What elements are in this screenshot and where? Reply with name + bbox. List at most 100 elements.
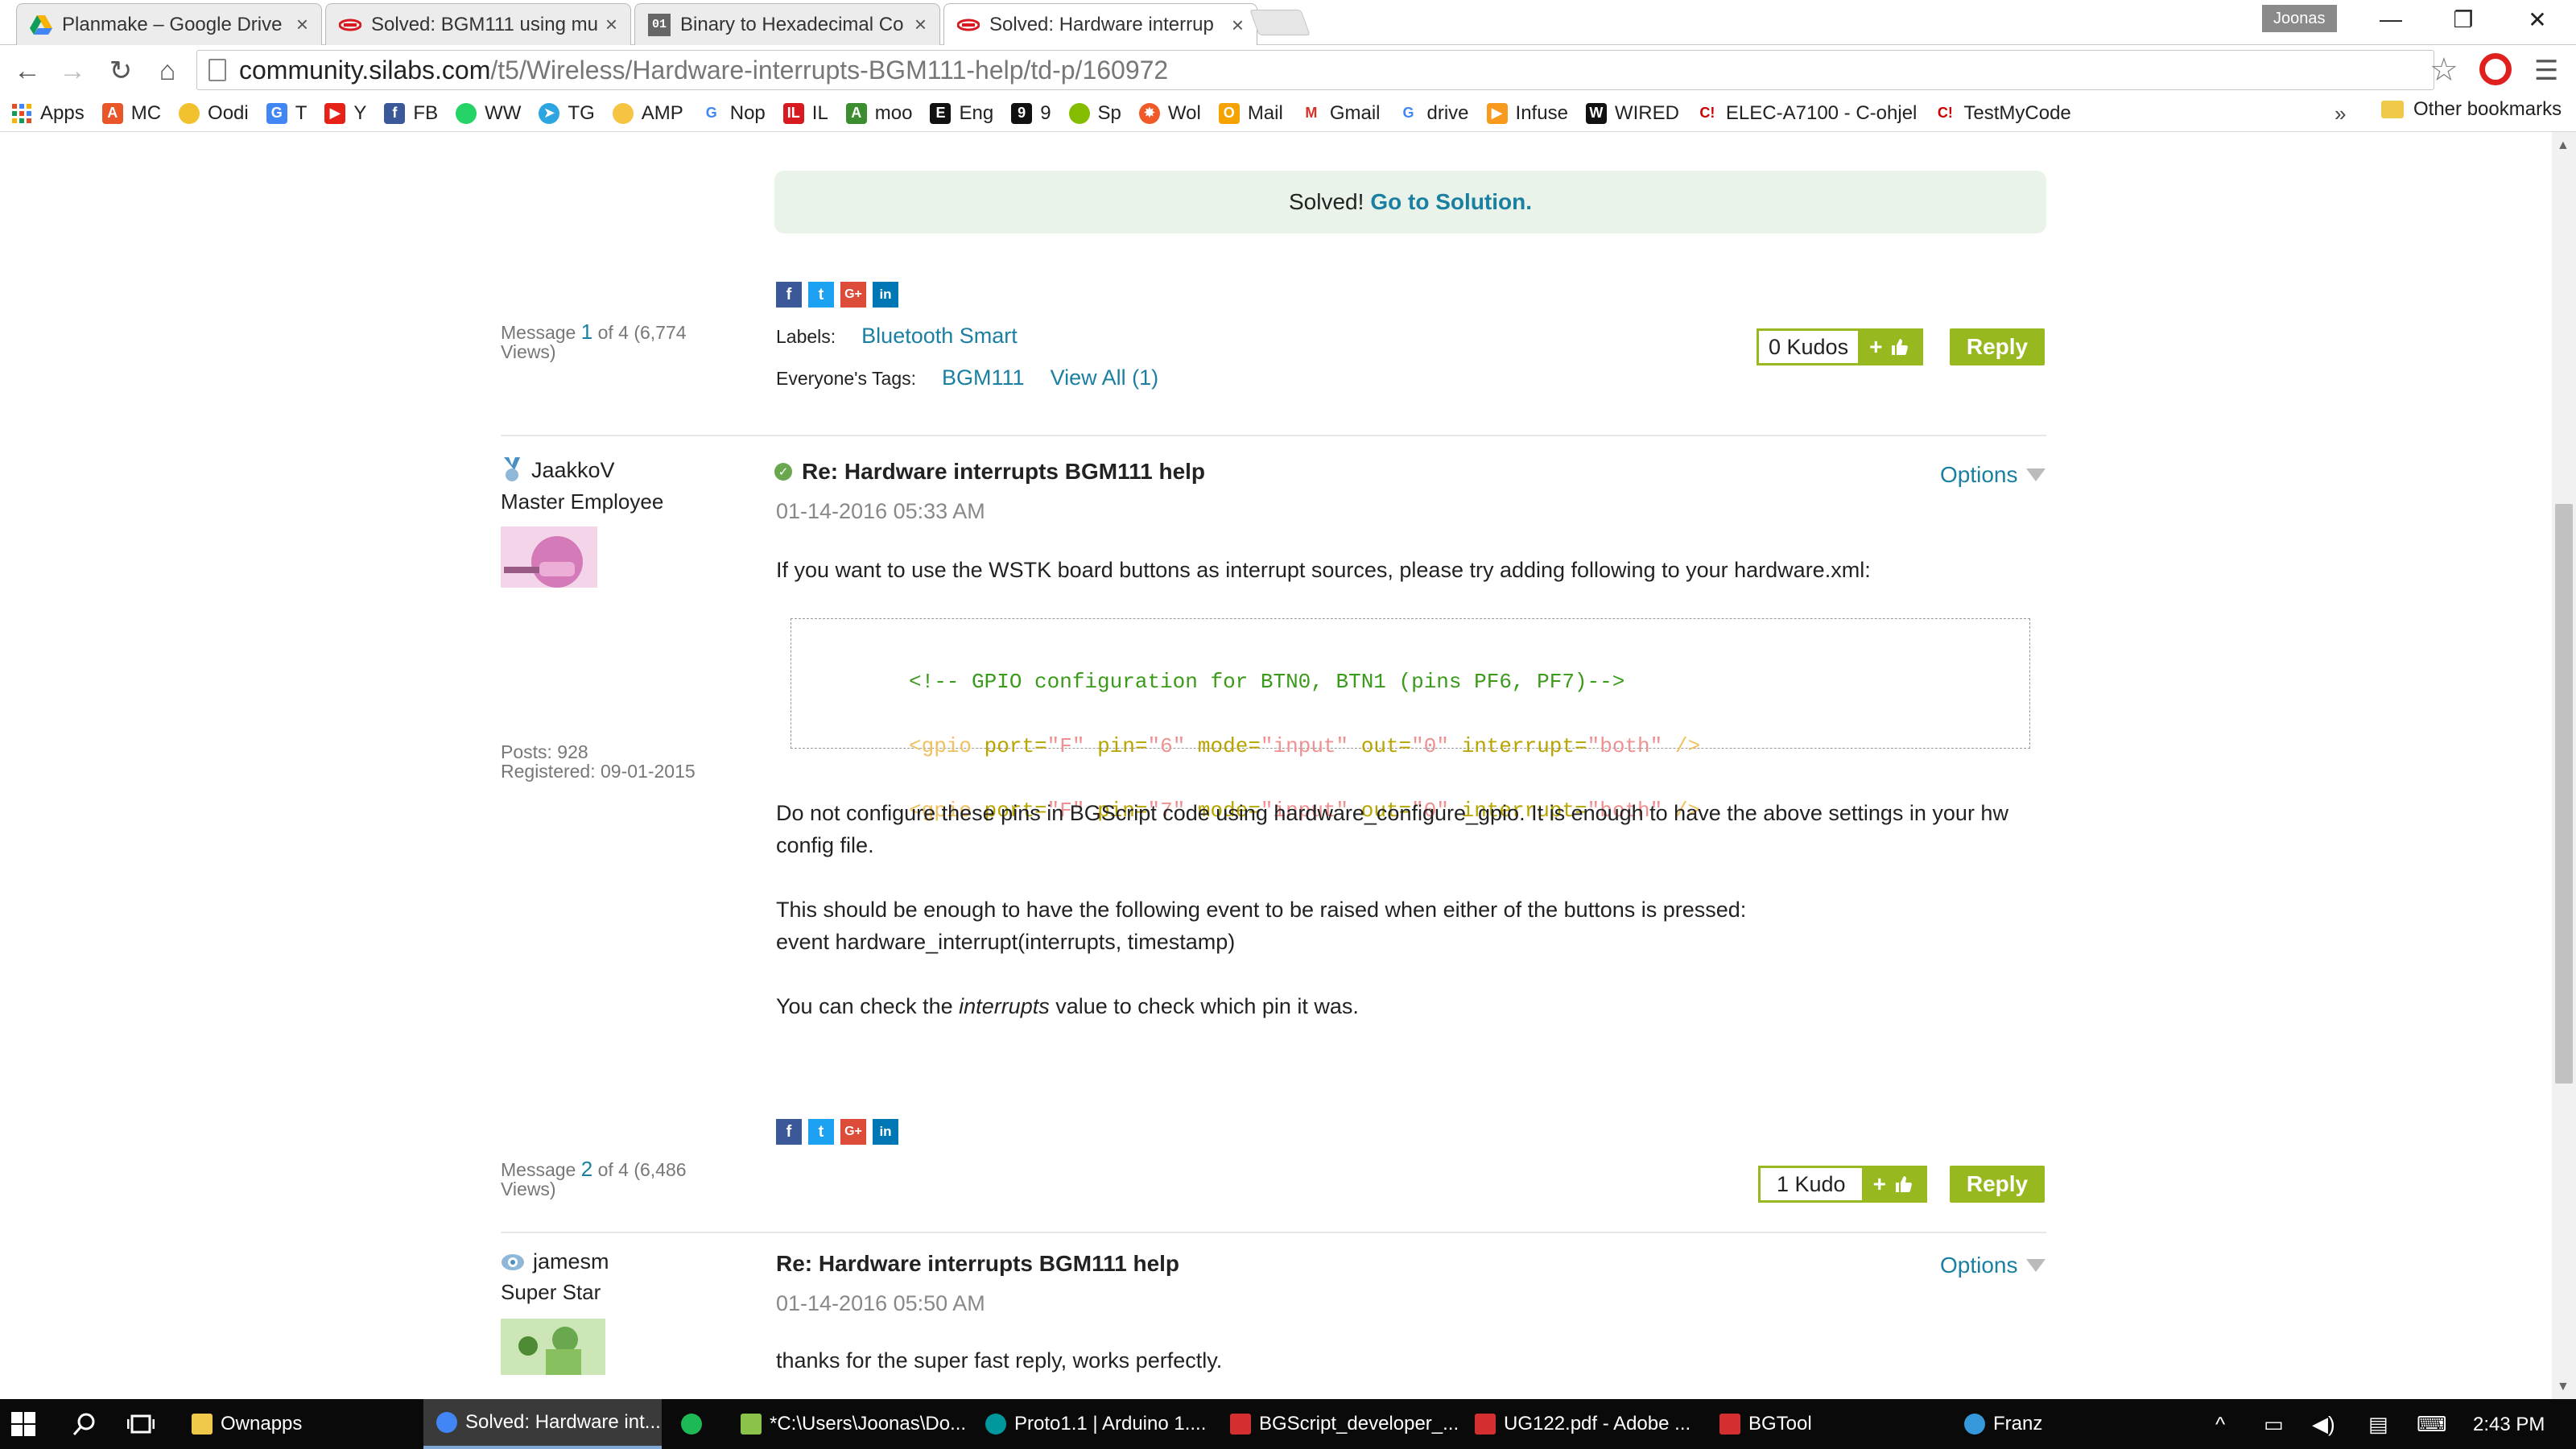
close-icon[interactable]: × — [1232, 13, 1244, 38]
close-icon[interactable]: × — [914, 12, 927, 37]
facebook-share-icon[interactable]: f — [776, 1119, 802, 1145]
task-view-icon[interactable] — [127, 1399, 163, 1449]
bookmark-elec[interactable]: C! ELEC-A7100 - C-ohjel — [1696, 102, 1917, 125]
view-all-tags-link[interactable]: View All (1) — [1051, 365, 1159, 390]
post-title[interactable]: Re: Hardware interrupts BGM111 help — [776, 1251, 1179, 1277]
taskbar-item-arduino[interactable]: Proto1.1 | Arduino 1.... — [972, 1399, 1214, 1449]
tab-binary-hex[interactable]: 01 Binary to Hexadecimal Co × — [634, 3, 940, 45]
window-close-icon[interactable]: ✕ — [2513, 5, 2562, 34]
go-to-solution-link[interactable]: Go to Solution. — [1370, 189, 1532, 215]
menu-icon[interactable]: ☰ — [2534, 55, 2558, 87]
bookmark-il[interactable]: IL IL — [782, 102, 828, 125]
search-icon[interactable] — [72, 1399, 108, 1449]
bookmark-star-icon[interactable]: ☆ — [2429, 52, 2458, 89]
close-icon[interactable]: × — [296, 12, 308, 37]
address-bar[interactable]: community.silabs.com/t5/Wireless/Hardwar… — [196, 50, 2434, 90]
tab-planmake[interactable]: Planmake – Google Drive × — [16, 3, 322, 45]
bookmark-apps[interactable]: Apps — [11, 102, 85, 125]
taskbar-item-ownapps[interactable]: Ownapps — [179, 1399, 412, 1449]
twitter-share-icon[interactable]: t — [808, 1119, 834, 1145]
avatar[interactable] — [501, 526, 597, 588]
bookmark-mail[interactable]: O Mail — [1218, 102, 1283, 125]
bookmark-oodi[interactable]: Oodi — [179, 102, 249, 125]
twitter-share-icon[interactable]: t — [808, 282, 834, 308]
author-name[interactable]: jamesm — [533, 1249, 609, 1274]
bookmark-mc[interactable]: A MC — [101, 102, 161, 125]
back-icon[interactable]: ← — [10, 53, 45, 89]
post-title[interactable]: ✓ Re: Hardware interrupts BGM111 help — [774, 459, 1205, 485]
bookmark-eng[interactable]: E Eng — [930, 102, 993, 125]
home-icon[interactable]: ⌂ — [150, 53, 185, 89]
other-bookmarks[interactable]: Other bookmarks — [2381, 98, 2562, 121]
google-plus-share-icon[interactable]: G+ — [840, 1119, 866, 1145]
google-plus-share-icon[interactable]: G+ — [840, 282, 866, 308]
linkedin-share-icon[interactable]: in — [873, 1119, 898, 1145]
reload-icon[interactable]: ↻ — [103, 53, 138, 89]
facebook-share-icon[interactable]: f — [776, 282, 802, 308]
close-icon[interactable]: × — [605, 12, 617, 37]
taskbar-item-notepad[interactable]: *C:\Users\Joonas\Do... — [728, 1399, 969, 1449]
forward-icon[interactable]: → — [55, 53, 90, 89]
give-kudo-button[interactable]: + — [1858, 331, 1922, 363]
profile-button[interactable]: Joonas — [2262, 5, 2337, 32]
taskbar-item-acrobat[interactable]: UG122.pdf - Adobe ... — [1462, 1399, 1703, 1449]
bookmark-gmail[interactable]: M Gmail — [1301, 102, 1380, 125]
avatar[interactable] — [501, 1319, 605, 1375]
tag-bgm111[interactable]: BGM111 — [942, 365, 1025, 390]
taskbar-item-franz[interactable]: Franz — [1951, 1399, 2193, 1449]
tab-hardware-interrupts[interactable]: Solved: Hardware interrup × — [943, 3, 1257, 46]
notifications-icon[interactable]: ▤ — [2368, 1412, 2388, 1437]
battery-icon[interactable]: ▭ — [2264, 1412, 2284, 1437]
reply-button[interactable]: Reply — [1950, 1166, 2045, 1203]
scroll-down-icon[interactable]: ▼ — [2557, 1380, 2570, 1394]
give-kudo-button[interactable]: + — [1861, 1168, 1925, 1200]
bookmark-label: Y — [353, 101, 367, 124]
bookmark-t[interactable]: GT — [266, 101, 308, 125]
linkedin-share-icon[interactable]: in — [873, 282, 898, 308]
new-tab-button[interactable] — [1249, 10, 1311, 35]
author-name[interactable]: JaakkoV — [531, 458, 615, 483]
message-number-link[interactable]: 1 — [581, 320, 592, 344]
bookmark-wol[interactable]: ✸ Wol — [1138, 102, 1201, 125]
minimize-icon[interactable]: — — [2367, 5, 2415, 34]
bookmark-drive[interactable]: Gdrive — [1398, 102, 1468, 125]
bookmarks-overflow-icon[interactable]: » — [2334, 101, 2346, 126]
options-menu[interactable]: Options — [1940, 462, 2046, 488]
clock[interactable]: 2:43 PM — [2473, 1414, 2545, 1436]
restore-icon[interactable]: ❐ — [2439, 5, 2487, 34]
reply-button[interactable]: Reply — [1950, 328, 2045, 365]
tab-bgm111-mu[interactable]: Solved: BGM111 using mu × — [325, 3, 631, 45]
bookmark-wired[interactable]: W WIRED — [1585, 102, 1679, 125]
bookmarks-bar: Apps A MC Oodi GT ▶ Y f FB WW ➤ TG AMP G Nop … — [0, 95, 2576, 132]
scrollbar-thumb[interactable] — [2555, 504, 2573, 1084]
message-number-link[interactable]: 2 — [581, 1157, 592, 1181]
keyboard-icon[interactable]: ⌨ — [2417, 1412, 2447, 1437]
bookmark-y[interactable]: ▶ Y — [324, 102, 366, 125]
tray-chevron-up-icon[interactable]: ^ — [2215, 1412, 2225, 1437]
taskbar-item-bgtool[interactable]: BGTool — [1707, 1399, 1948, 1449]
tab-title: Solved: Hardware interrup — [989, 14, 1214, 35]
bookmark-infuse[interactable]: ▶ Infuse — [1486, 102, 1568, 125]
bookmark-ww[interactable]: WW — [456, 102, 521, 125]
options-menu[interactable]: Options — [1940, 1253, 2046, 1278]
start-button[interactable] — [11, 1399, 47, 1449]
bookmark-fb[interactable]: f FB — [384, 102, 438, 125]
scroll-up-icon[interactable]: ▲ — [2557, 138, 2570, 153]
bookmark-label: T — [295, 101, 308, 124]
bookmark-moo[interactable]: Amoo — [845, 102, 912, 125]
page-scrollbar[interactable]: ▲ ▼ — [2552, 132, 2576, 1399]
bookmark-9[interactable]: 99 — [1011, 102, 1051, 125]
post-author[interactable]: JaakkoV — [501, 457, 615, 483]
bookmark-testmycode[interactable]: C! TestMyCode — [1934, 102, 2071, 125]
volume-icon[interactable]: ◀) — [2312, 1412, 2335, 1437]
opera-extension-icon[interactable] — [2479, 53, 2512, 85]
bookmark-sp[interactable]: Sp — [1068, 102, 1121, 125]
taskbar-item-bgscript-pdf[interactable]: BGScript_developer_... — [1217, 1399, 1459, 1449]
bookmark-amp[interactable]: AMP — [612, 102, 683, 125]
label-bluetooth-smart[interactable]: Bluetooth Smart — [861, 324, 1018, 349]
bookmark-nop[interactable]: G Nop — [701, 102, 766, 125]
post-author[interactable]: jamesm — [501, 1249, 609, 1274]
bookmark-tg[interactable]: ➤ TG — [539, 102, 595, 125]
taskbar-item-spotify[interactable] — [668, 1399, 724, 1449]
taskbar-item-chrome[interactable]: Solved: Hardware int... — [423, 1399, 662, 1449]
